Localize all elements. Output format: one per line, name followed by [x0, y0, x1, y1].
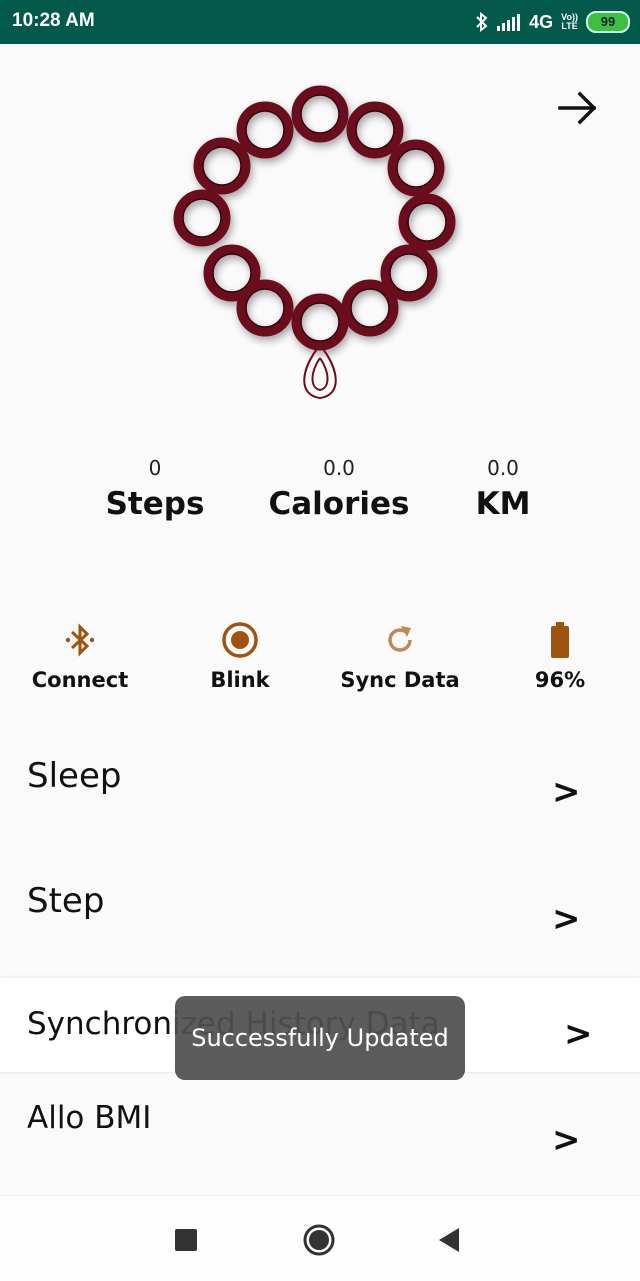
connect-button[interactable]: Connect: [0, 620, 160, 692]
bracelet-bead: [380, 244, 438, 302]
bracelet-bead-inner: [245, 110, 285, 150]
bracelet-bead: [346, 101, 404, 159]
bracelet-bead-inner: [350, 288, 390, 328]
home-button[interactable]: [301, 1222, 337, 1258]
menu-item-label: Sleep: [27, 756, 122, 796]
blink-label: Blink: [210, 668, 270, 692]
bracelet-bead: [387, 139, 445, 197]
steps-value: 0: [148, 456, 162, 480]
bracelet-bead-inner: [300, 94, 340, 134]
bracelet-bead: [173, 189, 231, 247]
bluetooth-status-icon: [476, 12, 488, 32]
bluetooth-icon: [65, 623, 95, 657]
bracelet-bead-inner: [202, 146, 242, 186]
chevron-right-icon: >: [564, 1014, 593, 1054]
recent-apps-button[interactable]: [168, 1222, 204, 1258]
bracelet-bead-inner: [245, 288, 285, 328]
steps-label: Steps: [105, 486, 205, 522]
toast-message: Successfully Updated: [175, 996, 465, 1080]
sync-data-button[interactable]: Sync Data: [320, 620, 480, 692]
status-icons: 4G Vo)) LTE 99: [475, 9, 630, 35]
bracelet-bead-inner: [389, 253, 429, 293]
bracelet-bead: [193, 137, 251, 195]
status-time: 10:28 AM: [12, 10, 95, 31]
bracelet-image: [173, 85, 456, 400]
arrow-right-icon[interactable]: [556, 86, 600, 130]
status-bar: 10:28 AM 4G Vo)) LTE 99: [0, 0, 640, 44]
network-type: 4G: [529, 11, 554, 32]
bracelet-bead: [341, 279, 399, 337]
bracelet-bead: [236, 101, 294, 159]
back-triangle-icon: [439, 1228, 459, 1252]
menu-item-step[interactable]: Step >: [0, 855, 640, 975]
blink-button[interactable]: Blink: [160, 620, 320, 692]
bracelet-bead: [291, 85, 349, 143]
stat-km: 0.0 KM: [423, 456, 583, 522]
chevron-right-icon: >: [552, 772, 581, 812]
battery-percent: 96%: [534, 668, 586, 692]
radio-target-icon: [222, 622, 258, 658]
chevron-right-icon: >: [552, 899, 581, 939]
menu-item-label: Allo BMI: [27, 1100, 152, 1136]
home-circle-icon: [303, 1224, 335, 1256]
menu-item-label: Step: [27, 881, 105, 921]
system-nav-bar: [0, 1195, 640, 1281]
refresh-icon: [388, 626, 412, 652]
bracelet-bead: [203, 244, 261, 302]
battery-level: 96%: [480, 620, 640, 692]
bracelet-bead-inner: [182, 198, 222, 238]
chevron-right-icon: >: [552, 1120, 581, 1160]
stat-steps: 0 Steps: [75, 456, 235, 522]
menu-item-bmi[interactable]: Allo BMI >: [0, 1080, 640, 1194]
connect-label: Connect: [31, 668, 129, 692]
calories-value: 0.0: [323, 456, 355, 480]
calories-label: Calories: [268, 486, 410, 522]
km-label: KM: [475, 486, 531, 522]
square-icon: [175, 1229, 197, 1251]
signal-icon: [497, 14, 521, 31]
bracelet-bead-inner: [212, 253, 252, 293]
menu-item-sleep[interactable]: Sleep >: [0, 730, 640, 850]
volte-indicator: Vo)) LTE: [561, 12, 578, 31]
battery-icon: [551, 622, 569, 658]
stat-calories: 0.0 Calories: [259, 456, 419, 522]
km-value: 0.0: [487, 456, 519, 480]
bracelet-tassel: [303, 343, 337, 400]
bracelet-bead-inner: [396, 148, 436, 188]
bracelet-bead-inner: [407, 202, 447, 242]
bracelet-bead: [398, 193, 456, 251]
bracelet-bead: [291, 293, 349, 351]
sync-data-label: Sync Data: [340, 668, 460, 692]
back-button[interactable]: [432, 1222, 468, 1258]
bracelet-bead-inner: [355, 110, 395, 150]
bracelet-bead-inner: [300, 302, 340, 342]
battery-status: 99: [586, 11, 630, 33]
